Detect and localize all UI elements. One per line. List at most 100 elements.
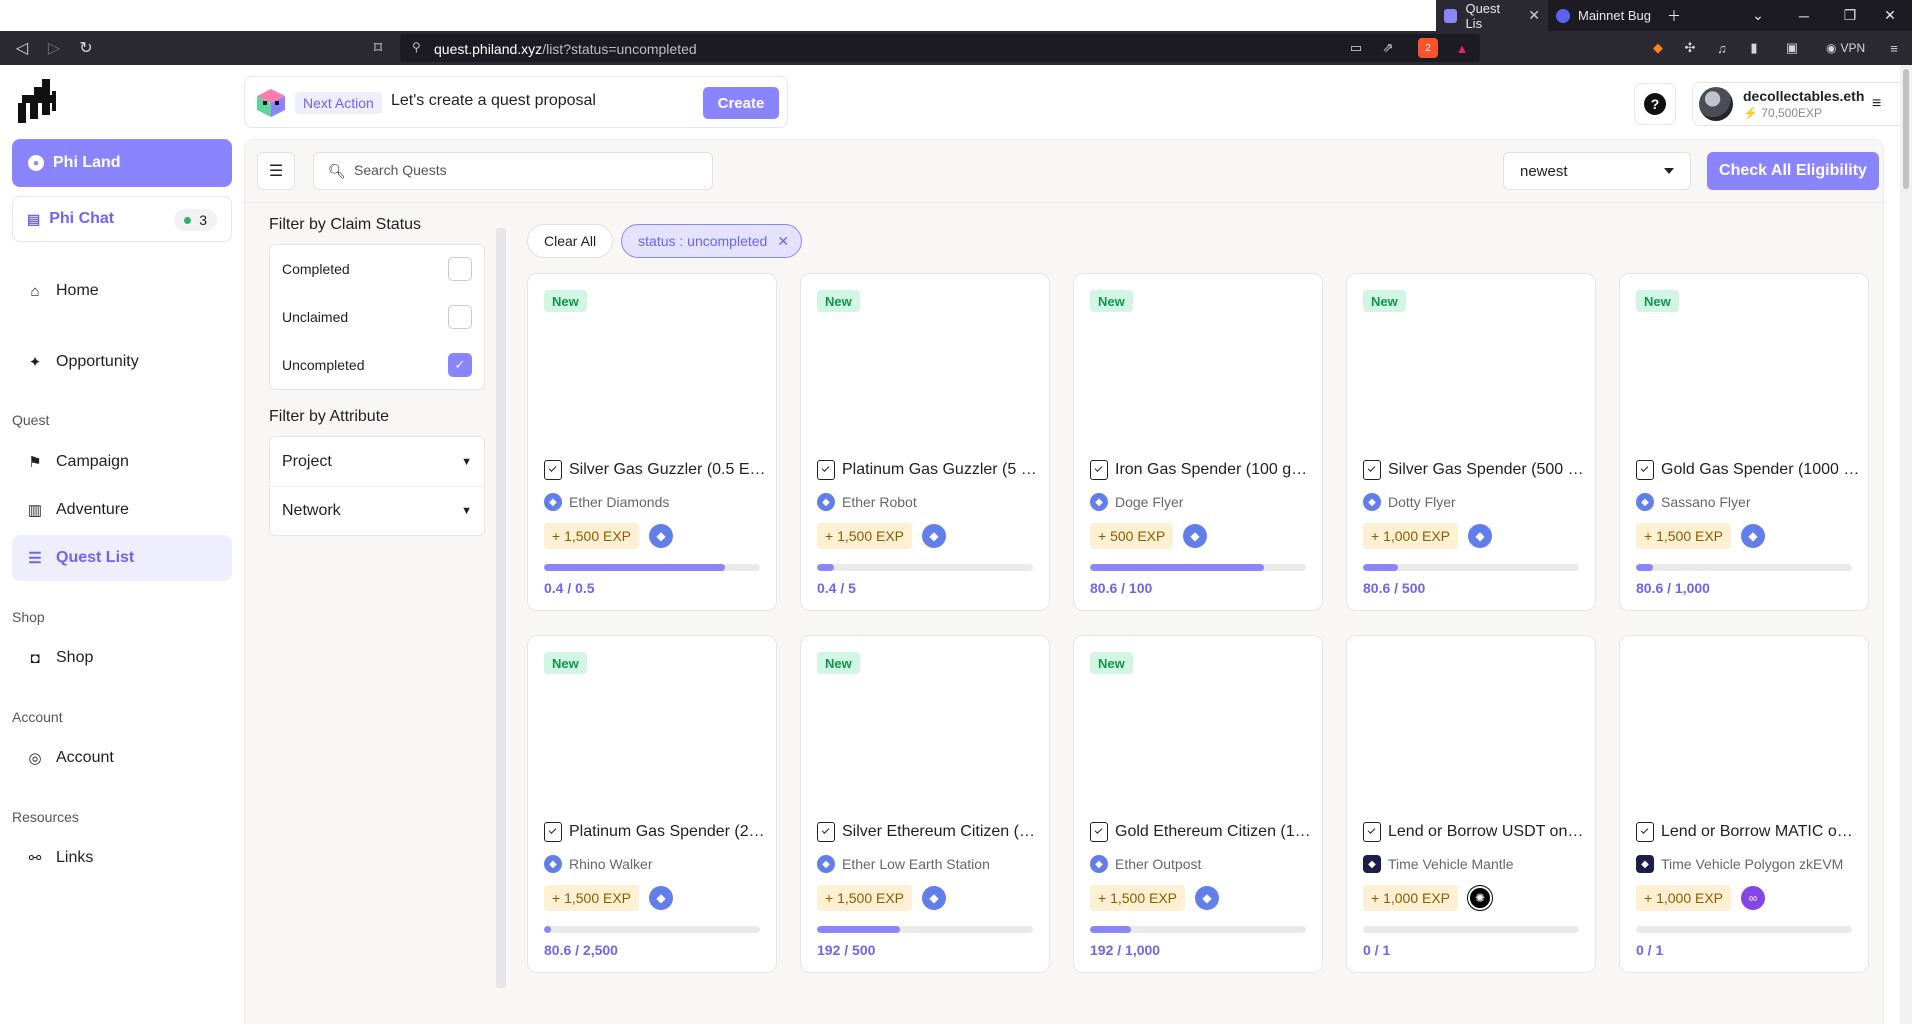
create-button[interactable]: Create bbox=[703, 87, 779, 119]
close-icon[interactable]: ✕ bbox=[1528, 7, 1540, 24]
restore-icon[interactable]: ❐ bbox=[1828, 0, 1872, 31]
project-icon: ◆ bbox=[1090, 855, 1108, 873]
sidebar-item-home[interactable]: ⌂ Home bbox=[12, 268, 232, 314]
quest-card[interactable]: New Platinum Gas Spender (2500 gwei) ◆Rhin… bbox=[527, 635, 777, 973]
tab-quest-list[interactable]: Quest Lis ✕ bbox=[1436, 0, 1548, 31]
site-info-icon[interactable]: ⚲ bbox=[412, 40, 421, 54]
quest-project: ◆ Sassano Flyer bbox=[1636, 493, 1750, 511]
quest-project: ◆ Time Vehicle Mantle bbox=[1363, 855, 1514, 873]
sidebar-item-opportunity[interactable]: ✦ Opportunity bbox=[12, 339, 232, 385]
metamask-icon[interactable]: ◆ bbox=[1648, 38, 1668, 58]
quest-card[interactable]: New Silver Gas Guzzler (0.5 ETH gas) ◆Ethe… bbox=[527, 273, 777, 611]
quest-card[interactable]: New Silver Ethereum Citizen (500 txs) ◆Eth… bbox=[800, 635, 1050, 973]
new-badge: New bbox=[544, 652, 587, 674]
filter-uncompleted[interactable]: Uncompleted ✓ bbox=[270, 341, 484, 389]
filter-completed[interactable]: Completed bbox=[270, 245, 484, 293]
phi-chat-button[interactable]: ▤ Phi Chat 3 bbox=[12, 196, 232, 242]
share-icon[interactable]: ⇗ bbox=[1378, 38, 1398, 58]
browser-tabstrip: Quest Lis ✕ Mainnet Bug ＋ ⌄ ─ ❐ ✕ bbox=[0, 0, 1912, 31]
back-icon[interactable]: ◁ bbox=[10, 36, 34, 60]
link-icon: ⚯ bbox=[28, 850, 42, 867]
quest-title: Platinum Gas Spender (2500 gwei) bbox=[544, 822, 768, 842]
progress-fill bbox=[1363, 564, 1398, 571]
search-box[interactable]: 🔍︎ bbox=[313, 152, 713, 190]
exp-badge: + 1,500 EXP bbox=[1090, 885, 1186, 911]
close-icon[interactable]: ✕ bbox=[777, 233, 789, 250]
sidebar-item-shop[interactable]: ◘ Shop bbox=[12, 635, 232, 681]
page-scrollbar[interactable] bbox=[1900, 65, 1912, 1024]
forward-icon[interactable]: ▷ bbox=[42, 36, 66, 60]
filter-network-dropdown[interactable]: Network ▼ bbox=[270, 486, 484, 535]
quest-card[interactable]: New Silver Gas Spender (500 gwei) ◆ Dotty F… bbox=[1346, 273, 1596, 611]
progress-fill bbox=[1090, 564, 1265, 571]
quest-card[interactable]: New Iron Gas Spender (100 gwei) ◆ Doge Flye… bbox=[1073, 273, 1323, 611]
minimize-icon[interactable]: ─ bbox=[1782, 0, 1826, 31]
quest-title: Lend or Borrow USDT on Mantle bbox=[1363, 822, 1587, 842]
sidebar-item-quest-list[interactable]: ☰ Quest List bbox=[12, 535, 232, 581]
exp-badge: + 1,500 EXP bbox=[544, 885, 640, 911]
section-label-account: Account bbox=[12, 709, 63, 725]
ethereum-network-icon: ◆ bbox=[1468, 524, 1492, 548]
uncompleted-checkbox[interactable]: ✓ bbox=[448, 353, 472, 377]
filter-project-dropdown[interactable]: Project ▼ bbox=[270, 437, 484, 486]
sidebar-item-account[interactable]: ◎ Account bbox=[12, 735, 232, 781]
sidebar-item-adventure[interactable]: ▥ Adventure bbox=[12, 487, 232, 533]
user-circle-icon: ◎ bbox=[28, 750, 42, 767]
progress-text: 80.6 / 1,000 bbox=[1636, 580, 1710, 596]
address-bar[interactable]: ⚲ quest.philand.xyz/list?status=uncomple… bbox=[400, 34, 1480, 62]
window-close-icon[interactable]: ✕ bbox=[1868, 0, 1912, 31]
music-icon[interactable]: ♫ bbox=[1712, 38, 1732, 58]
sidebar-icon[interactable]: ▮ bbox=[1744, 38, 1764, 58]
brave-rewards-icon[interactable]: ▲ bbox=[1452, 38, 1472, 58]
completed-checkbox[interactable] bbox=[448, 257, 472, 281]
browser-menu-icon[interactable]: ≡ bbox=[1884, 38, 1904, 58]
next-action-badge: Next Action bbox=[295, 92, 382, 114]
quest-title: Platinum Gas Guzzler (5 ETH gas) bbox=[817, 460, 1041, 480]
tab-list-chevron-down-icon[interactable]: ⌄ bbox=[1736, 0, 1780, 31]
progress-fill bbox=[817, 564, 835, 571]
phi-logo-icon[interactable] bbox=[16, 77, 58, 125]
unclaimed-checkbox[interactable] bbox=[448, 305, 472, 329]
project-icon: ◆ bbox=[1363, 493, 1381, 511]
section-label-quest: Quest bbox=[12, 412, 50, 428]
cast-icon[interactable]: ▭ bbox=[1346, 38, 1366, 58]
extensions-icon[interactable]: ✣ bbox=[1680, 38, 1700, 58]
scrollbar-track[interactable] bbox=[496, 228, 506, 988]
filters-scrollbar[interactable] bbox=[495, 216, 507, 996]
quest-card[interactable]: New Gold Ethereum Citizen (1000 txs) ◆Ethe… bbox=[1073, 635, 1323, 973]
sparkle-icon: ✦ bbox=[28, 354, 42, 371]
filter-toggle-button[interactable]: ☰ bbox=[257, 152, 295, 190]
hamburger-menu-icon[interactable]: ≡ bbox=[1872, 95, 1881, 113]
sidebar-item-links[interactable]: ⚯ Links bbox=[12, 835, 232, 881]
phi-land-button[interactable]: ● Phi Land bbox=[12, 139, 232, 187]
check-all-eligibility-button[interactable]: Check All Eligibility bbox=[1707, 152, 1879, 190]
user-exp: ⚡ 70,500EXP bbox=[1743, 106, 1823, 120]
new-badge: New bbox=[1090, 290, 1133, 312]
reload-icon[interactable]: ↻ bbox=[74, 36, 98, 60]
next-action-text: Let's create a quest proposal bbox=[391, 92, 596, 109]
bookmark-icon[interactable]: ⌑ bbox=[366, 36, 390, 60]
page: ● Phi Land ▤ Phi Chat 3 ⌂ Home ✦ Opportu… bbox=[0, 65, 1912, 1024]
quest-card[interactable]: Lend or Borrow MATIC on zkEVM ◆Time Vehic… bbox=[1619, 635, 1869, 973]
search-input[interactable] bbox=[354, 162, 694, 178]
quest-card[interactable]: New Platinum Gas Guzzler (5 ETH gas) ◆Ethe… bbox=[800, 273, 1050, 611]
exp-badge: + 1,500 EXP bbox=[544, 523, 640, 549]
help-button[interactable]: ? bbox=[1634, 83, 1676, 125]
quest-project: ◆ Doge Flyer bbox=[1090, 493, 1183, 511]
quest-check-icon bbox=[544, 460, 562, 480]
exp-badge: + 500 EXP bbox=[1090, 523, 1174, 549]
wallet-icon[interactable]: ▣ bbox=[1782, 38, 1802, 58]
vpn-button[interactable]: ◉ VPN bbox=[1826, 38, 1865, 58]
status-filter-chip[interactable]: status : uncompleted ✕ bbox=[621, 224, 803, 258]
user-name: decollectables.eth bbox=[1743, 88, 1865, 104]
sort-select[interactable]: newest bbox=[1503, 152, 1691, 190]
brave-shield-icon[interactable]: 2 bbox=[1418, 38, 1438, 58]
clear-all-button[interactable]: Clear All bbox=[527, 224, 614, 258]
claim-status-title: Filter by Claim Status bbox=[269, 216, 422, 233]
new-tab-icon[interactable]: ＋ bbox=[1652, 0, 1696, 31]
quest-card[interactable]: New Gold Gas Spender (1000 gwei) ◆ Sassano … bbox=[1619, 273, 1869, 611]
sidebar-item-campaign[interactable]: ⚑ Campaign bbox=[12, 439, 232, 485]
scrollbar-thumb[interactable] bbox=[1903, 69, 1909, 189]
filter-unclaimed[interactable]: Unclaimed bbox=[270, 293, 484, 341]
quest-card[interactable]: Lend or Borrow USDT on Mantle ◆Time Vehic… bbox=[1346, 635, 1596, 973]
